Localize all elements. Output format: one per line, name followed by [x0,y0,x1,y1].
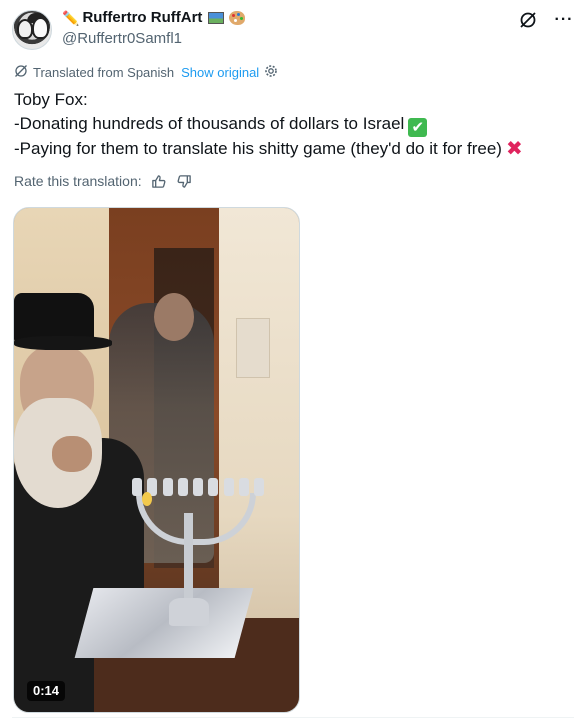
video-scene-menorah-cups [132,478,264,496]
tweet-line-2-text: -Donating hundreds of thousands of dolla… [14,114,405,133]
check-mark-emoji-icon: ✔ [408,118,428,137]
translate-icon [14,64,28,81]
tweet-header: ✏️ Ruffertro RuffArt @Ruffertr0Samfl1 ··… [12,6,574,54]
artist-palette-emoji-icon [229,11,246,25]
display-name[interactable]: Ruffertro RuffArt [82,8,202,28]
video-player[interactable] [13,207,300,713]
video-scene-hat-brim [14,336,112,350]
translation-notice: Translated from Spanish Show original [14,64,278,81]
tweet-text: Toby Fox: -Donating hundreds of thousand… [14,88,574,161]
settings-gear-icon[interactable] [264,64,278,81]
tweet-line-3: -Paying for them to translate his shitty… [14,137,574,161]
video-scene-picture [236,318,270,378]
author-names: ✏️ Ruffertro RuffArt @Ruffertr0Samfl1 [62,8,246,49]
video-scene-tablecloth [74,588,254,658]
video-duration-badge: 0:14 [27,681,66,701]
video-scene-menorah-stem [184,513,193,603]
thumbs-up-icon[interactable] [150,172,168,190]
author-handle[interactable]: @Ruffertr0Samfl1 [62,29,245,49]
display-name-row[interactable]: ✏️ Ruffertro RuffArt [62,8,246,28]
header-icons: ··· [518,10,574,30]
cross-mark-emoji-icon: ✖ [505,138,523,160]
thumbs-down-icon[interactable] [176,172,194,190]
avatar-face-left [17,19,33,39]
tweet-line-1: Toby Fox: [14,90,88,109]
tweet-line-2: -Donating hundreds of thousands of dolla… [14,112,574,137]
video-scene-candle-flame [142,492,152,506]
avatar[interactable] [12,10,52,50]
tweet-line-3-text: -Paying for them to translate his shitty… [14,139,502,158]
grok-icon[interactable] [518,10,538,30]
more-icon[interactable]: ··· [554,10,574,30]
divider [12,717,574,718]
video-scene-person-head [154,293,194,341]
framed-picture-emoji-icon [208,12,225,24]
pencil-emoji-icon: ✏️ [62,10,80,26]
show-original-link[interactable]: Show original [181,65,259,80]
rate-label: Rate this translation: [14,173,142,189]
video-scene-hand [52,436,92,472]
translated-label: Translated from Spanish [33,65,175,80]
rate-translation: Rate this translation: [14,172,194,190]
avatar-face-right [32,17,49,39]
video-scene-menorah-base [169,598,209,626]
